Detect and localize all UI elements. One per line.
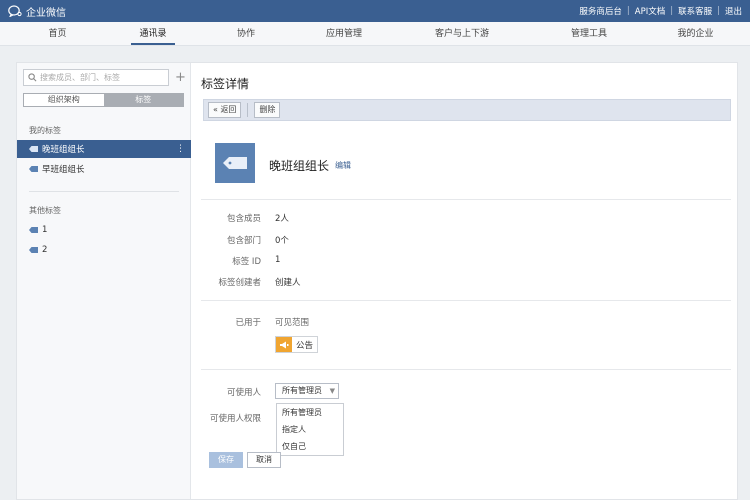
notice-label: 公告 [296,340,314,351]
link-logout[interactable]: 退出 [725,5,742,17]
top-bar: 企业微信 服务商后台 | API文档 | 联系客服 | 退出 [0,0,750,22]
nav-my-company[interactable]: 我的企业 [641,22,750,45]
megaphone-icon [276,337,292,352]
tag-label: 2 [42,245,48,255]
view-switch: 组织架构 标签 [23,93,184,107]
tag-detail: 标签详情 « 返回 删除 晚班组组长 编辑 包含成员 2人 包含部门 0个 标签… [201,63,736,499]
link-support[interactable]: 联系客服 [678,5,712,17]
tag-avatar [215,143,255,183]
field-value-creator: 创建人 [275,278,301,288]
my-tags-title: 我的标签 [29,126,61,135]
nav-contacts[interactable]: 通讯录 [115,22,191,45]
tag-item-2[interactable]: 2 [17,241,191,259]
perm-label: 可使用人权限 [209,414,261,424]
tag-item-night-leader[interactable]: 晚班组组长 ⋮ [17,140,191,158]
tag-label: 早班组组长 [42,165,85,175]
wecom-logo-icon [8,5,22,17]
brand[interactable]: 企业微信 [8,4,66,19]
back-button[interactable]: « 返回 [208,102,242,118]
tag-icon [29,146,38,152]
page-title: 标签详情 [201,77,250,91]
delete-button[interactable]: 删除 [254,102,281,118]
toolbar: « 返回 删除 [203,99,731,121]
search-box[interactable] [23,69,169,86]
add-icon[interactable]: + [175,71,186,84]
nav-customers[interactable]: 客户与上下游 [387,22,537,45]
divider: | [717,6,720,16]
tag-label: 晚班组组长 [42,145,85,155]
field-label-creator: 标签创建者 [218,278,261,288]
link-api-docs[interactable]: API文档 [635,5,665,17]
field-label-tag-id: 标签 ID [232,257,261,267]
sidebar: + 组织架构 标签 我的标签 晚班组组长 ⋮ 早班组组长 其他标签 1 2 [17,63,191,499]
tab-org-structure[interactable]: 组织架构 [24,94,104,106]
tag-item-1[interactable]: 1 [17,221,191,239]
nav-app-management[interactable]: 应用管理 [301,22,387,45]
cancel-button[interactable]: 取消 [247,452,281,468]
divider: | [626,6,630,16]
divider [29,191,179,192]
field-label-members: 包含成员 [226,214,261,224]
users-select-value: 所有管理员 [282,386,322,395]
option-self-only[interactable]: 仅自己 [277,438,343,455]
nav-home[interactable]: 首页 [0,22,115,45]
more-icon[interactable]: ⋮ [176,143,185,155]
field-value-departments: 0个 [275,236,289,246]
tag-name: 晚班组组长 [269,159,330,173]
tag-icon [223,157,247,169]
option-all-admins[interactable]: 所有管理员 [277,404,343,421]
main-nav: 首页 通讯录 协作 应用管理 客户与上下游 管理工具 我的企业 [0,22,750,46]
top-links: 服务商后台 | API文档 | 联系客服 | 退出 [579,5,742,17]
field-label-departments: 包含部门 [226,236,261,246]
nav-collaboration[interactable]: 协作 [191,22,301,45]
users-dropdown: 所有管理员 指定人 仅自己 [276,403,344,456]
chevron-down-icon: ▼ [329,387,335,395]
field-value-members: 2人 [275,214,289,224]
divider [201,300,731,301]
used-in-value: 可见范围 [275,318,310,328]
tag-icon [29,227,38,233]
tag-icon [29,247,38,253]
save-button[interactable]: 保存 [209,452,243,468]
used-in-label: 已用于 [235,318,261,328]
brand-name: 企业微信 [26,7,66,19]
search-icon [28,73,37,82]
search-input[interactable] [40,73,160,82]
main-panel: + 组织架构 标签 我的标签 晚班组组长 ⋮ 早班组组长 其他标签 1 2 标签… [16,62,738,500]
tag-label: 1 [42,225,48,235]
nav-admin-tools[interactable]: 管理工具 [537,22,641,45]
divider [247,103,249,117]
tag-icon [29,166,38,172]
edit-link[interactable]: 编辑 [335,160,351,171]
field-value-tag-id: 1 [275,255,281,265]
link-vendor-console[interactable]: 服务商后台 [579,5,622,17]
tab-tags[interactable]: 标签 [103,94,183,106]
users-select[interactable]: 所有管理员 ▼ [275,383,339,399]
divider: | [670,6,674,16]
other-tags-title: 其他标签 [29,206,61,215]
notice-chip[interactable]: 公告 [275,336,319,353]
search-row: + [23,69,186,86]
tag-item-morning-leader[interactable]: 早班组组长 [17,160,191,178]
option-specified[interactable]: 指定人 [277,421,343,438]
users-label: 可使用人 [226,388,261,398]
divider [201,199,731,200]
divider [201,369,731,370]
